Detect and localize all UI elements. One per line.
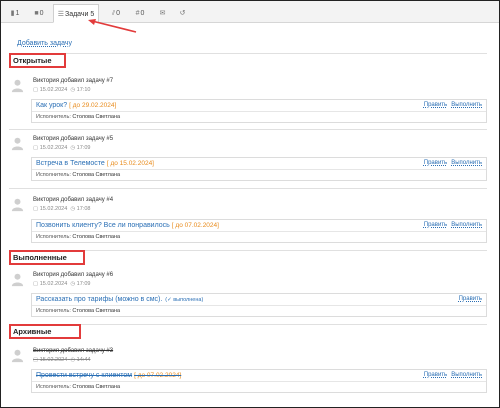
task-actions: Править Выполнить [420,160,482,166]
tab-history[interactable]: ↺ [177,4,189,23]
tab-bar: ▮1 ■0 ☰Задачи 5 ⫽0 #0 ✉ ↺ [1,1,499,23]
task-meta: ▢ 15.02.2024 ◷ 17:09 [33,281,91,287]
task-executor: Исполнитель: Столова Светлана [36,234,121,240]
task-box: Как урок?[ до 29.02.2024] Править Выполни… [31,99,487,123]
section-open-heading: Открытые [9,53,66,68]
calendar-icon: ▢ [33,206,39,212]
divider [9,188,487,189]
edit-button[interactable]: Править [459,296,482,302]
add-task-link[interactable]: Добавить задачу [17,40,72,47]
task-actions: Править [455,296,482,302]
task-executor: Исполнитель: Столова Светлана [36,308,121,314]
complete-button[interactable]: Выполнить [451,102,482,108]
section-archived-heading: Архивные [9,324,81,339]
chart-icon: ⫽ [111,10,116,17]
task-executor: Исполнитель: Столова Светлана [36,114,121,120]
tab-users[interactable]: ▮1 [8,4,22,23]
task-actions: Править Выполнить [420,222,482,228]
history-icon: ↺ [179,10,186,17]
calendar-icon: ▢ [33,357,39,363]
complete-button[interactable]: Выполнить [451,222,482,228]
task-due: [ до 15.02.2024] [106,160,154,167]
avatar-icon [11,273,24,287]
task-executor: Исполнитель: Столова Светлана [36,172,121,178]
divider [9,129,487,130]
clock-icon: ◷ [70,206,76,212]
task-item: Виктория добавил задачу #5 ▢ 15.02.2024 … [9,136,487,182]
task-meta: ▢ 15.02.2024 ◷ 17:10 [33,87,91,93]
task-author: Виктория добавил задачу #5 [33,136,114,142]
task-due: [ до 07.02.2024] [134,372,182,379]
task-author: Виктория добавил задачу #3 [33,348,114,354]
calendar-icon: ▢ [33,281,39,287]
edit-button[interactable]: Править [424,102,447,108]
clock-icon: ◷ [70,357,76,363]
task-title[interactable]: Провести встречу с клиентом[ до 07.02.20… [36,372,181,379]
task-box: Провести встречу с клиентом[ до 07.02.20… [31,369,487,393]
calendar-icon: ▢ [33,145,39,151]
edit-button[interactable]: Править [424,222,447,228]
task-item: Виктория добавил задачу #3 ▢ 15.02.2024 … [9,348,487,398]
task-done-badge: (✓ выполнена) [165,297,204,303]
complete-button[interactable]: Выполнить [451,372,482,378]
edit-button[interactable]: Править [424,372,447,378]
avatar-icon [11,79,24,93]
avatar-icon [11,198,24,212]
task-meta: ▢ 15.02.2024 ◷ 17:09 [33,145,91,151]
comments-icon: ■ [34,10,39,17]
task-author: Виктория добавил задачу #4 [33,197,114,203]
edit-button[interactable]: Править [424,160,447,166]
task-meta: ▢ 15.02.2024 ◷ 14:44 [33,357,91,363]
tasks-icon: ☰ [57,11,64,18]
task-actions: Править Выполнить [420,372,482,378]
clock-icon: ◷ [70,87,76,93]
task-item: Виктория добавил задачу #4 ▢ 15.02.2024 … [9,197,487,243]
task-due: [ до 07.02.2024] [171,222,219,229]
annotation-arrow [88,19,137,33]
task-item: Виктория добавил задачу #7 ▢ 15.02.2024 … [9,78,487,124]
task-actions: Править Выполнить [420,102,482,108]
user-icon: ▮ [10,10,15,17]
clock-icon: ◷ [70,145,76,151]
avatar-icon [11,137,24,151]
section-completed-heading: Выполненные [9,250,85,265]
tab-mail[interactable]: ✉ [157,4,169,23]
divider [9,53,487,54]
task-title[interactable]: Рассказать про тарифы (можно в смс). (✓ в… [36,296,203,303]
task-author: Виктория добавил задачу #6 [33,272,114,278]
task-item: Виктория добавил задачу #6 ▢ 15.02.2024 … [9,272,487,318]
tab-comments[interactable]: ■0 [30,4,48,23]
task-box: Позвонить клиенту? Все ли понравилось[ д… [31,219,487,243]
clock-icon: ◷ [70,281,76,287]
task-box: Встреча в Телемосте[ до 15.02.2024] Прав… [31,157,487,181]
task-title[interactable]: Встреча в Телемосте[ до 15.02.2024] [36,160,154,167]
task-title[interactable]: Позвонить клиенту? Все ли понравилось[ д… [36,222,219,229]
task-box: Рассказать про тарифы (можно в смс). (✓ в… [31,293,487,317]
mail-icon: ✉ [159,10,166,17]
avatar-icon [11,349,24,363]
complete-button[interactable]: Выполнить [451,160,482,166]
task-meta: ▢ 15.02.2024 ◷ 17:08 [33,206,91,212]
task-due: [ до 29.02.2024] [69,102,117,109]
hash-icon: # [135,10,140,17]
task-executor: Исполнитель: Столова Светлана [36,384,121,390]
task-title[interactable]: Как урок?[ до 29.02.2024] [36,102,116,109]
calendar-icon: ▢ [33,87,39,93]
task-author: Виктория добавил задачу #7 [33,78,114,84]
